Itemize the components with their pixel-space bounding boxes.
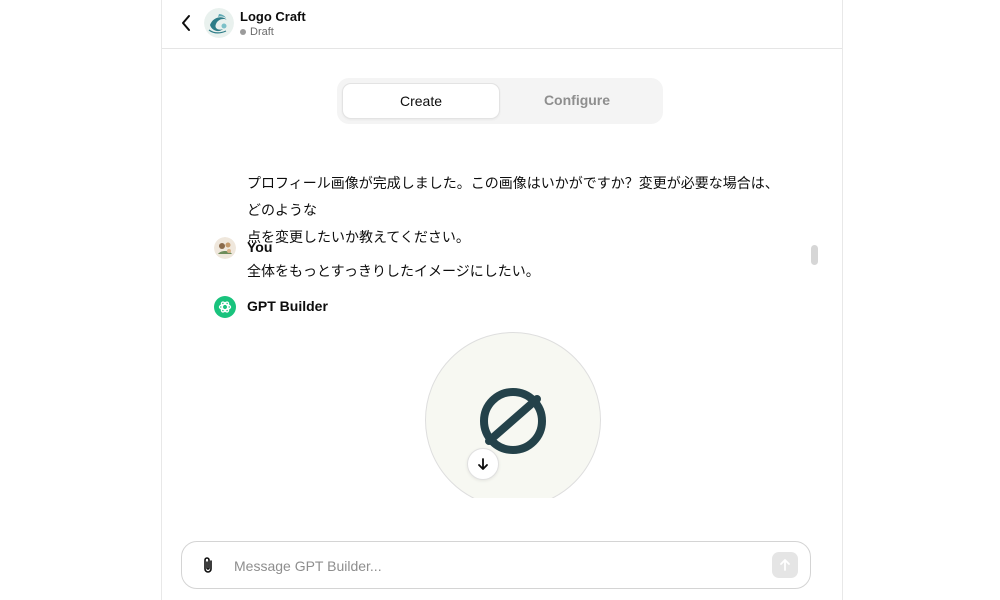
tab-configure[interactable]: Configure: [499, 83, 655, 117]
chevron-left-icon: [182, 15, 190, 31]
profile-image-circle: [425, 332, 601, 498]
message-composer: [181, 541, 811, 589]
assistant-message-line: プロフィール画像が完成しました。この画像はいかがですか？変更が必要な場合は、どの…: [247, 175, 779, 218]
gpt-builder-avatar: [214, 296, 236, 318]
download-button[interactable]: [467, 448, 499, 480]
generated-image: [417, 330, 607, 498]
back-button[interactable]: [176, 12, 196, 34]
gpt-name: Logo Craft: [240, 9, 306, 24]
message-input[interactable]: [232, 550, 756, 582]
user-name: You: [247, 239, 273, 255]
attach-button[interactable]: [198, 554, 218, 576]
draft-status: Draft: [240, 26, 274, 38]
arrow-up-icon: [780, 559, 790, 571]
gpt-editor-panel: Logo Craft Draft Create Configure プロフィール…: [161, 0, 843, 600]
mode-tabs: Create Configure: [337, 78, 663, 124]
status-dot-icon: [240, 29, 246, 35]
openai-logo-icon: [218, 301, 232, 313]
gpt-builder-name: GPT Builder: [247, 298, 328, 314]
assistant-message: プロフィール画像が完成しました。この画像はいかがですか？変更が必要な場合は、どの…: [247, 170, 787, 251]
status-label: Draft: [250, 26, 274, 38]
paperclip-icon: [204, 557, 212, 573]
send-button[interactable]: [772, 552, 798, 578]
scrollbar-thumb[interactable]: [811, 245, 818, 265]
logo-mark-icon: [480, 388, 546, 454]
assistant-message-line: 点を変更したいか教えてください。: [247, 229, 470, 245]
gpt-avatar: [204, 8, 234, 38]
user-message: 全体をもっとすっきりしたイメージにしたい。: [247, 263, 540, 279]
top-bar: Logo Craft Draft: [162, 0, 842, 49]
user-avatar: [214, 237, 236, 259]
tab-create[interactable]: Create: [342, 83, 500, 119]
arrow-down-icon: [478, 458, 488, 470]
